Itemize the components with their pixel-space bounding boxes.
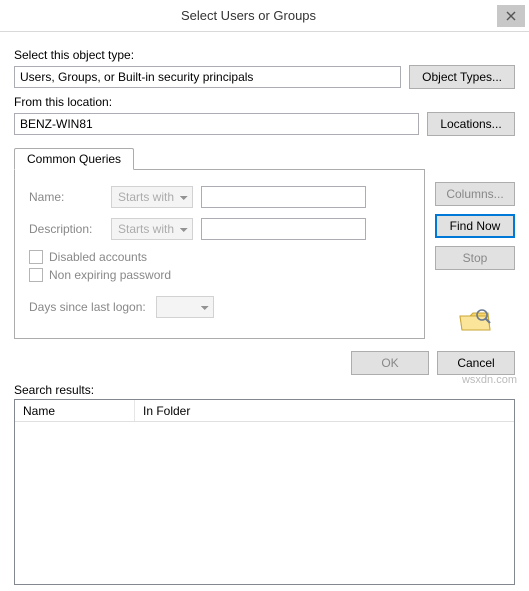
ok-button[interactable]: OK — [351, 351, 429, 375]
non-expiring-label: Non expiring password — [49, 268, 171, 282]
location-label: From this location: — [14, 95, 515, 109]
tab-panel-common-queries: Name: Starts with Description: Starts wi… — [14, 169, 425, 339]
disabled-accounts-label: Disabled accounts — [49, 250, 147, 264]
days-since-label: Days since last logon: — [29, 300, 146, 314]
non-expiring-checkbox[interactable] — [29, 268, 43, 282]
disabled-accounts-checkbox[interactable] — [29, 250, 43, 264]
object-type-label: Select this object type: — [14, 48, 515, 62]
name-input[interactable] — [201, 186, 366, 208]
results-header: Name In Folder — [15, 400, 514, 422]
days-since-combo[interactable] — [156, 296, 214, 318]
description-mode-combo[interactable]: Starts with — [111, 218, 193, 240]
columns-button[interactable]: Columns... — [435, 182, 515, 206]
tab-common-queries[interactable]: Common Queries — [14, 148, 134, 170]
column-in-folder[interactable]: In Folder — [135, 400, 514, 421]
close-button[interactable] — [497, 5, 525, 27]
object-types-button[interactable]: Object Types... — [409, 65, 515, 89]
results-grid[interactable]: Name In Folder — [14, 399, 515, 585]
find-now-button[interactable]: Find Now — [435, 214, 515, 238]
close-icon — [506, 11, 516, 21]
search-folder-icon — [458, 306, 492, 337]
description-label: Description: — [29, 222, 103, 236]
search-results-label: Search results: — [14, 383, 515, 397]
description-input[interactable] — [201, 218, 366, 240]
object-type-input[interactable] — [14, 66, 401, 88]
name-label: Name: — [29, 190, 103, 204]
stop-button[interactable]: Stop — [435, 246, 515, 270]
location-input[interactable] — [14, 113, 419, 135]
window-title: Select Users or Groups — [0, 8, 497, 23]
column-name[interactable]: Name — [15, 400, 135, 421]
titlebar: Select Users or Groups — [0, 0, 529, 32]
locations-button[interactable]: Locations... — [427, 112, 515, 136]
cancel-button[interactable]: Cancel — [437, 351, 515, 375]
name-mode-combo[interactable]: Starts with — [111, 186, 193, 208]
